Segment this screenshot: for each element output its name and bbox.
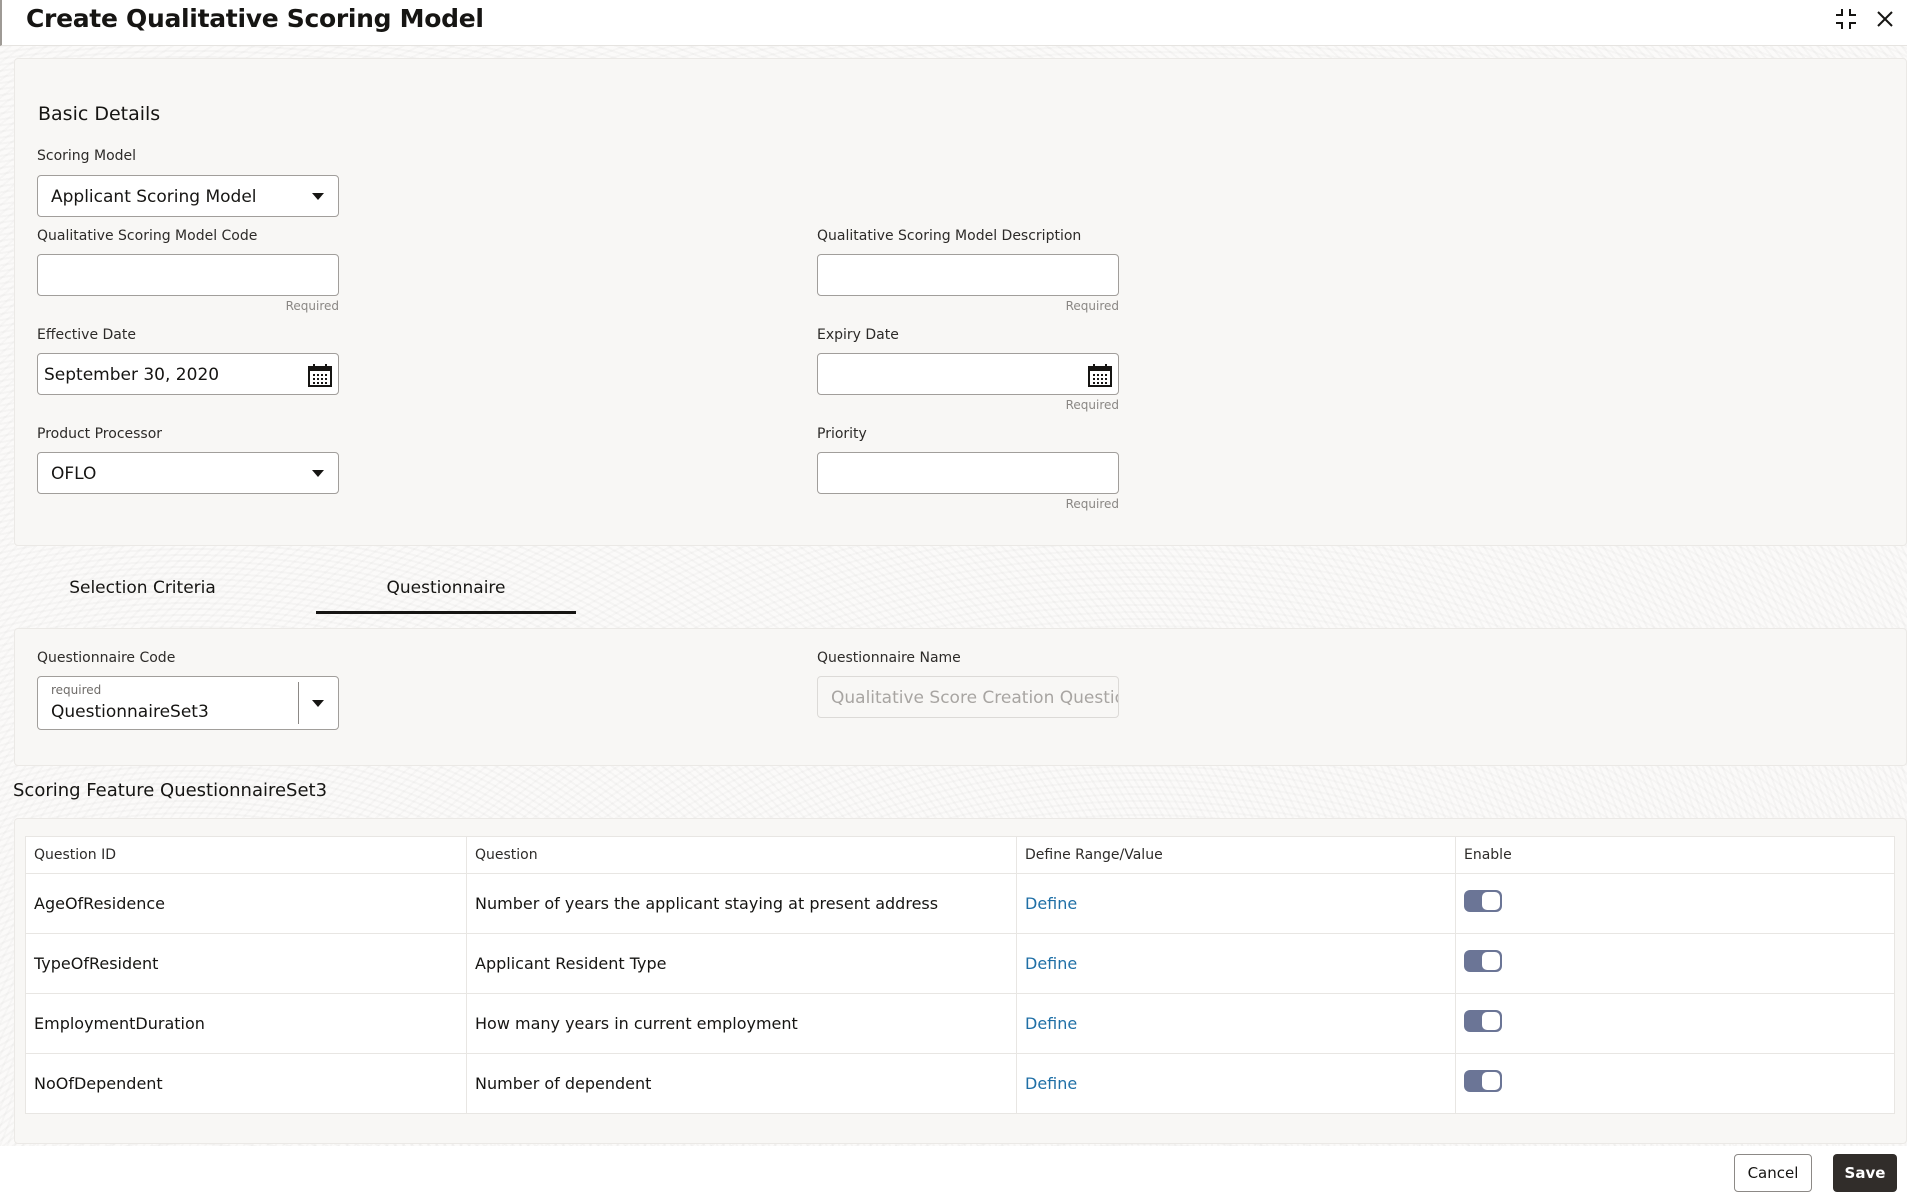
priority-required-hint: Required — [1065, 497, 1119, 511]
cancel-button[interactable]: Cancel — [1734, 1154, 1812, 1192]
scoring-model-value: Applicant Scoring Model — [51, 187, 257, 207]
questionnaire-code-label: Questionnaire Code — [37, 650, 176, 666]
model-code-label: Qualitative Scoring Model Code — [37, 228, 258, 244]
active-tab-indicator — [316, 611, 576, 614]
product-processor-select[interactable]: OFLO — [37, 452, 339, 494]
question-id-cell: TypeOfResident — [25, 933, 467, 994]
product-processor-label: Product Processor — [37, 426, 163, 442]
define-link[interactable]: Define — [1025, 954, 1077, 973]
model-description-label: Qualitative Scoring Model Description — [817, 228, 1082, 244]
chevron-down-icon — [312, 193, 324, 200]
column-header-question-id[interactable]: Question ID — [25, 836, 467, 874]
question-cell: Applicant Resident Type — [466, 933, 1017, 994]
define-link[interactable]: Define — [1025, 1074, 1077, 1093]
enable-toggle[interactable] — [1464, 1069, 1502, 1092]
tab-bar: Selection Criteria Questionnaire — [0, 548, 1907, 628]
model-code-required-hint: Required — [285, 299, 339, 313]
scoring-feature-title: Scoring Feature QuestionnaireSet3 — [13, 780, 328, 801]
column-header-question[interactable]: Question — [466, 836, 1017, 874]
table-row: EmploymentDuration How many years in cur… — [25, 993, 1895, 1054]
model-code-input[interactable] — [37, 254, 339, 296]
toggle-knob — [1482, 951, 1500, 970]
save-button[interactable]: Save — [1833, 1154, 1897, 1192]
calendar-icon[interactable] — [307, 362, 333, 388]
page-title: Create Qualitative Scoring Model — [26, 4, 484, 33]
expiry-date-label: Expiry Date — [817, 327, 899, 343]
questionnaire-code-floating-label: required — [51, 683, 102, 697]
enable-toggle[interactable] — [1464, 889, 1502, 912]
questionnaire-name-input[interactable]: Qualitative Score Creation Questionr — [817, 676, 1119, 718]
toggle-knob — [1482, 1071, 1500, 1090]
question-id-cell: EmploymentDuration — [25, 993, 467, 1054]
chevron-down-icon[interactable] — [312, 700, 324, 707]
model-description-required-hint: Required — [1065, 299, 1119, 313]
scoring-model-label: Scoring Model — [37, 148, 137, 164]
column-header-define-range[interactable]: Define Range/Value — [1016, 836, 1456, 874]
product-processor-value: OFLO — [51, 464, 97, 484]
tab-selection-criteria[interactable]: Selection Criteria — [40, 578, 245, 598]
close-icon[interactable] — [1870, 4, 1900, 34]
select-divider — [298, 682, 299, 724]
basic-details-title: Basic Details — [38, 103, 161, 125]
tab-questionnaire[interactable]: Questionnaire — [316, 578, 576, 598]
question-cell: How many years in current employment — [466, 993, 1017, 1054]
toggle-knob — [1482, 891, 1500, 910]
question-cell: Number of years the applicant staying at… — [466, 873, 1017, 934]
minimize-icon[interactable] — [1831, 4, 1861, 34]
priority-input[interactable] — [817, 452, 1119, 494]
expiry-date-input[interactable] — [817, 353, 1119, 395]
define-link[interactable]: Define — [1025, 894, 1077, 913]
scoring-model-select[interactable]: Applicant Scoring Model — [37, 175, 339, 217]
enable-toggle[interactable] — [1464, 1009, 1502, 1032]
toggle-knob — [1482, 1011, 1500, 1030]
table-header-row: Question ID Question Define Range/Value … — [25, 836, 1895, 874]
effective-date-input[interactable]: September 30, 2020 — [37, 353, 339, 395]
questionnaire-name-value: Qualitative Score Creation Questionr — [831, 688, 1119, 708]
dialog-header: Create Qualitative Scoring Model — [0, 0, 1907, 46]
define-link[interactable]: Define — [1025, 1014, 1077, 1033]
column-header-enable[interactable]: Enable — [1455, 836, 1895, 874]
question-cell: Number of dependent — [466, 1053, 1017, 1114]
calendar-icon[interactable] — [1087, 362, 1113, 388]
priority-label: Priority — [817, 426, 867, 442]
scoring-feature-table: Question ID Question Define Range/Value … — [25, 836, 1895, 1114]
chevron-down-icon — [312, 470, 324, 477]
expiry-date-required-hint: Required — [1065, 398, 1119, 412]
enable-toggle[interactable] — [1464, 949, 1502, 972]
table-row: TypeOfResident Applicant Resident Type D… — [25, 933, 1895, 994]
questionnaire-name-label: Questionnaire Name — [817, 650, 961, 666]
effective-date-label: Effective Date — [37, 327, 136, 343]
effective-date-value: September 30, 2020 — [44, 365, 220, 385]
question-id-cell: NoOfDependent — [25, 1053, 467, 1114]
questionnaire-code-value: QuestionnaireSet3 — [51, 702, 209, 722]
table-row: AgeOfResidence Number of years the appli… — [25, 873, 1895, 934]
dialog-footer — [0, 1146, 1907, 1195]
questionnaire-code-select[interactable]: required QuestionnaireSet3 — [37, 676, 339, 730]
model-description-input[interactable] — [817, 254, 1119, 296]
question-id-cell: AgeOfResidence — [25, 873, 467, 934]
table-row: NoOfDependent Number of dependent Define — [25, 1053, 1895, 1114]
